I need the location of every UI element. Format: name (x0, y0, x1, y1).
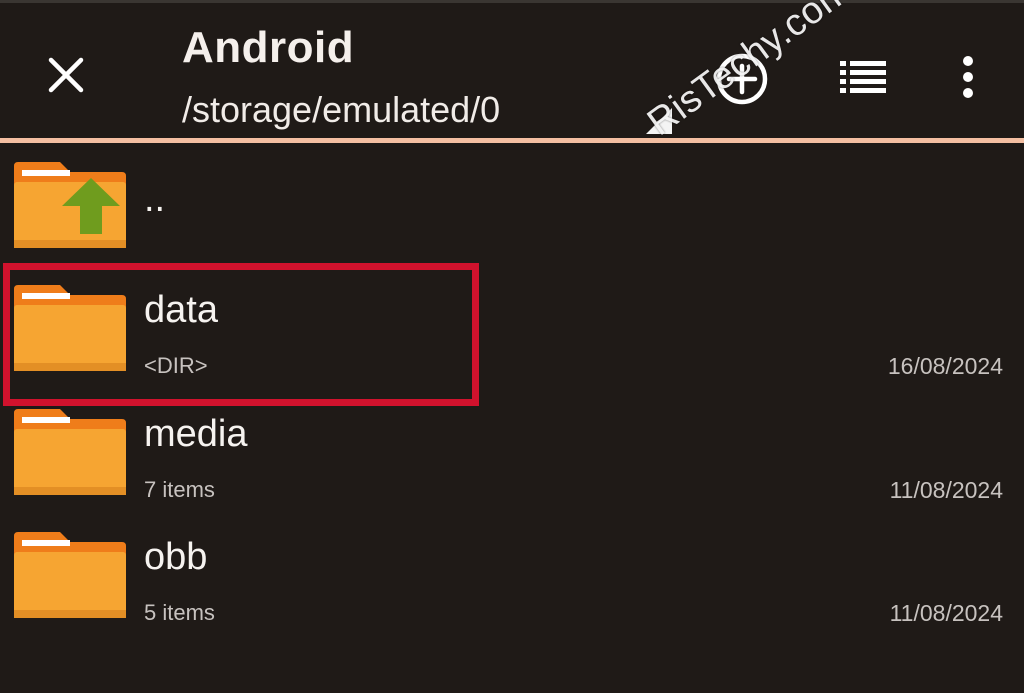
folder-icon (14, 532, 126, 618)
list-view-icon (840, 61, 886, 93)
file-manager-screen: Android /storage/emulated/0 .. data <DIR… (0, 0, 1024, 693)
toolbar: Android /storage/emulated/0 (0, 3, 1024, 138)
item-name: data (144, 289, 218, 331)
list-item-media[interactable]: media 7 items 11/08/2024 (0, 395, 1024, 518)
list-item-obb[interactable]: obb 5 items 11/08/2024 (0, 518, 1024, 641)
item-name: media (144, 413, 248, 455)
item-date: 16/08/2024 (887, 353, 1003, 379)
folder-icon (14, 285, 126, 371)
list-item-parent[interactable]: .. (0, 148, 1024, 271)
view-mode-button[interactable] (836, 57, 892, 97)
close-button[interactable] (38, 47, 94, 103)
folder-up-icon (14, 162, 126, 248)
item-name: .. (144, 178, 166, 220)
folder-icon (14, 409, 126, 495)
item-date: 11/08/2024 (889, 477, 1003, 503)
close-icon (48, 57, 84, 93)
page-title: Android (182, 23, 355, 72)
more-vertical-icon (963, 56, 973, 98)
item-subtitle: 5 items (144, 600, 215, 625)
item-subtitle: <DIR> (144, 353, 208, 378)
more-options-button[interactable] (950, 51, 986, 107)
header-divider (0, 138, 1024, 143)
item-date: 11/08/2024 (889, 600, 1003, 626)
current-path[interactable]: /storage/emulated/0 (182, 89, 500, 131)
item-subtitle: 7 items (144, 477, 215, 502)
item-name: obb (144, 536, 208, 578)
list-item-data[interactable]: data <DIR> 16/08/2024 (0, 271, 1024, 394)
